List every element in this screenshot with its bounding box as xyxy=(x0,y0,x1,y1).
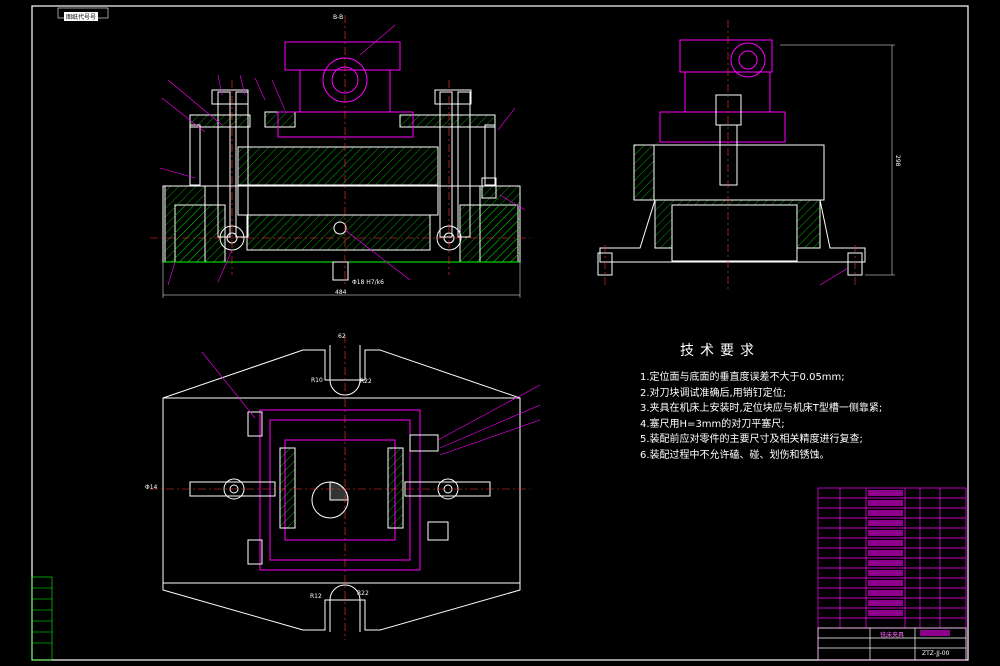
dim-r-bot-left: R12 xyxy=(310,593,322,600)
tech-line: 2.对刀块调试准确后,用销钉定位; xyxy=(640,387,787,399)
dim-width: 484 xyxy=(335,289,347,296)
tech-line: 1.定位面与底面的垂直度误差不大于0.05mm; xyxy=(640,372,845,383)
part-name: 铣床夹具 xyxy=(880,632,905,639)
tech-title: 技术要求 xyxy=(680,343,760,359)
dim-height: 298 xyxy=(894,155,901,167)
fit-label: Φ18 H7/k6 xyxy=(352,279,384,286)
drawing-number: ZTZ-JJ-00 xyxy=(922,650,950,657)
fit-label-2: Φ14 xyxy=(145,484,158,491)
drawing-border xyxy=(31,5,969,661)
technical-requirements: 技术要求 1.定位面与底面的垂直度误差不大于0.05mm; 2.对刀块调试准确后… xyxy=(640,340,980,463)
side-strip xyxy=(31,576,53,661)
stamp-label: 图纸代号号 xyxy=(64,12,99,21)
tech-line: 4.塞尺用H=3mm的对刀平塞尺; xyxy=(640,418,785,430)
side-leader xyxy=(819,267,849,286)
front-view xyxy=(162,41,521,281)
title-block-fill xyxy=(868,490,950,636)
tech-line: 5.装配前应对零件的主要尺寸及相关精度进行复查; xyxy=(640,434,863,445)
side-view xyxy=(597,39,866,276)
dim-r-top-right: R22 xyxy=(360,378,372,385)
section-label: B-B xyxy=(333,14,344,21)
dim-top: 62 xyxy=(338,333,346,340)
tech-line: 6.装配过程中不允许磕、碰、划伤和锈蚀。 xyxy=(640,449,830,461)
top-view xyxy=(162,345,521,632)
dim-r-top-left: R10 xyxy=(311,377,323,384)
dim-r-bot-right: R22 xyxy=(357,590,369,597)
cad-drawing xyxy=(31,5,969,661)
tech-line: 3.夹具在机床上安装时,定位块应与机床T型槽一侧靠紧; xyxy=(640,403,883,414)
